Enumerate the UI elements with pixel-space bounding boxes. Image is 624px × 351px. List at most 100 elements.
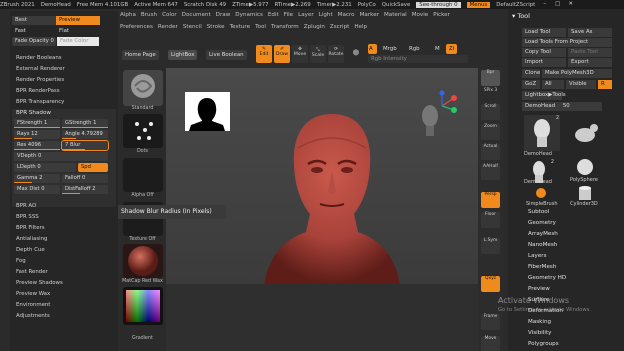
visibility-item[interactable]: Visibility xyxy=(528,330,551,336)
menu-render[interactable]: Render xyxy=(158,24,178,30)
best-button[interactable]: Best xyxy=(12,16,56,25)
environment[interactable]: Environment xyxy=(16,302,50,308)
home-page-button[interactable]: Home Page xyxy=(122,50,159,60)
menu-light[interactable]: Light xyxy=(319,12,333,18)
bpr-sss[interactable]: BPR SSS xyxy=(16,214,39,220)
mrgb-toggle[interactable]: Mrgb xyxy=(380,44,400,54)
vdepth-slider[interactable]: VDepth 0 xyxy=(14,152,108,161)
import-button[interactable]: Import xyxy=(522,58,566,67)
preview-button[interactable]: Preview xyxy=(56,16,100,25)
bpr-button[interactable]: Bpr xyxy=(481,70,500,86)
fast-render[interactable]: Fast Render xyxy=(16,269,48,275)
menus-toggle[interactable]: Menus xyxy=(466,1,491,8)
brush-thumbnail[interactable] xyxy=(123,70,163,106)
r-button[interactable]: R xyxy=(598,80,612,89)
save-as-button[interactable]: Save As xyxy=(568,28,612,37)
copy-tool-button[interactable]: Copy Tool xyxy=(522,48,566,57)
menu-file[interactable]: File xyxy=(284,12,293,18)
fstrength-slider[interactable]: FStrength 1 xyxy=(14,119,60,128)
bpr-shadow-title[interactable]: BPR Shadow xyxy=(16,110,51,116)
menu-stroke[interactable]: Stroke xyxy=(207,24,225,30)
nanomesh-item[interactable]: NanoMesh xyxy=(528,242,557,248)
scroll-button[interactable]: Scroll xyxy=(481,104,500,120)
move-button[interactable]: ✥ Move xyxy=(292,45,308,63)
floor-button[interactable]: Floor xyxy=(481,212,500,228)
fade-opacity-slider[interactable]: Fade Opacity 0 xyxy=(12,37,56,46)
m-toggle[interactable]: M xyxy=(432,44,443,54)
menu-zplugin[interactable]: Zplugin xyxy=(304,24,325,30)
rgb-intensity-slider[interactable]: Rgb Intensity xyxy=(368,55,468,63)
quicksave-button[interactable]: QuickSave xyxy=(382,2,410,8)
menu-marker[interactable]: Marker xyxy=(360,12,379,18)
menu-movie[interactable]: Movie xyxy=(412,12,429,18)
edit-button[interactable]: ✎ Edit xyxy=(256,45,272,63)
max-dist-slider[interactable]: Max Dist 0 xyxy=(14,185,60,194)
menu-color[interactable]: Color xyxy=(162,12,177,18)
fibermesh-item[interactable]: FiberMesh xyxy=(528,264,556,270)
menu-material[interactable]: Material xyxy=(384,12,407,18)
preview-item[interactable]: Preview xyxy=(528,286,550,292)
orientation-gizmo[interactable] xyxy=(414,90,460,142)
tool-thumb-polysphere[interactable] xyxy=(570,157,600,177)
preview-wax[interactable]: Preview Wax xyxy=(16,291,50,297)
export-button[interactable]: Export xyxy=(568,58,612,67)
default-zscript[interactable]: DefaultZScript xyxy=(496,2,535,8)
tool-panel-title[interactable]: ▾ Tool xyxy=(512,12,530,20)
menu-preferences[interactable]: Preferences xyxy=(120,24,153,30)
menu-brush[interactable]: Brush xyxy=(141,12,157,18)
maximize-icon[interactable]: □ xyxy=(554,1,561,8)
zadd-toggle[interactable]: Zi xyxy=(446,44,458,54)
draw-button[interactable]: ✐ Draw xyxy=(274,45,290,63)
menu-alpha[interactable]: Alpha xyxy=(120,12,136,18)
menu-draw[interactable]: Draw xyxy=(216,12,231,18)
rgb-toggle[interactable]: Rgb xyxy=(406,44,423,54)
fade-color-swatch[interactable]: Fade Color xyxy=(57,37,99,46)
see-through-slider[interactable]: See-through 0 xyxy=(416,1,461,8)
tool-thumb-demohead-1[interactable]: 2 xyxy=(524,115,560,151)
fog[interactable]: Fog xyxy=(16,258,26,264)
color-picker[interactable] xyxy=(123,287,163,325)
menu-layer[interactable]: Layer xyxy=(298,12,314,18)
persp-button[interactable]: Persp xyxy=(481,192,500,208)
dist-falloff-slider[interactable]: DistFalloff 2 xyxy=(62,185,108,194)
aahalf-button[interactable]: AAHalf xyxy=(481,164,500,180)
zoom-button[interactable]: Zoom xyxy=(481,124,500,140)
menu-picker[interactable]: Picker xyxy=(433,12,450,18)
menu-zscript[interactable]: Zscript xyxy=(330,24,349,30)
blur-slider[interactable]: 7 Blur xyxy=(61,140,109,151)
geometry-hd-item[interactable]: Geometry HD xyxy=(528,275,566,281)
bpr-ao[interactable]: BPR AO xyxy=(16,203,36,209)
flat-button[interactable]: Flat xyxy=(56,27,100,36)
gstrength-slider[interactable]: GStrength 1 xyxy=(62,119,108,128)
frame-button[interactable]: Frame xyxy=(481,314,500,330)
bpr-filters[interactable]: BPR Filters xyxy=(16,225,45,231)
paste-tool-button[interactable]: Paste Tool xyxy=(568,48,612,57)
demohead-model[interactable] xyxy=(262,108,402,284)
menu-tool[interactable]: Tool xyxy=(255,24,266,30)
rotate-button[interactable]: ⟳ Rotate xyxy=(328,45,344,63)
arraymesh-item[interactable]: ArrayMesh xyxy=(528,231,558,237)
stroke-thumbnail[interactable] xyxy=(123,114,163,148)
layers-item[interactable]: Layers xyxy=(528,253,547,259)
render-booleans[interactable]: Render Booleans xyxy=(16,55,62,61)
menu-texture[interactable]: Texture xyxy=(230,24,250,30)
menu-document[interactable]: Document xyxy=(182,12,211,18)
local-symmetry-button[interactable]: L.Sym xyxy=(481,238,500,254)
lightbox-button[interactable]: LightBox xyxy=(168,50,198,60)
make-polymesh-button[interactable]: Make PolyMesh3D xyxy=(542,69,612,78)
angle-slider[interactable]: Angle 4.79289 xyxy=(62,130,108,139)
fast-button[interactable]: Fast xyxy=(12,27,56,36)
gamma-slider[interactable]: Gamma 2 xyxy=(14,174,60,183)
menu-help[interactable]: Help xyxy=(354,24,367,30)
a-toggle[interactable]: A xyxy=(368,44,377,54)
geometry-item[interactable]: Geometry xyxy=(528,220,556,226)
qxyz-button[interactable]: Qxyz xyxy=(481,276,500,292)
menu-stencil[interactable]: Stencil xyxy=(183,24,202,30)
preview-shadows[interactable]: Preview Shadows xyxy=(16,280,63,286)
alpha-thumbnail[interactable] xyxy=(123,158,163,192)
simplebrush-thumb[interactable] xyxy=(534,187,548,199)
document-canvas[interactable] xyxy=(166,68,478,284)
spd-button[interactable]: Spd xyxy=(78,163,108,172)
rays-slider[interactable]: Rays 12 xyxy=(14,130,60,139)
all-button[interactable]: All xyxy=(542,80,564,89)
